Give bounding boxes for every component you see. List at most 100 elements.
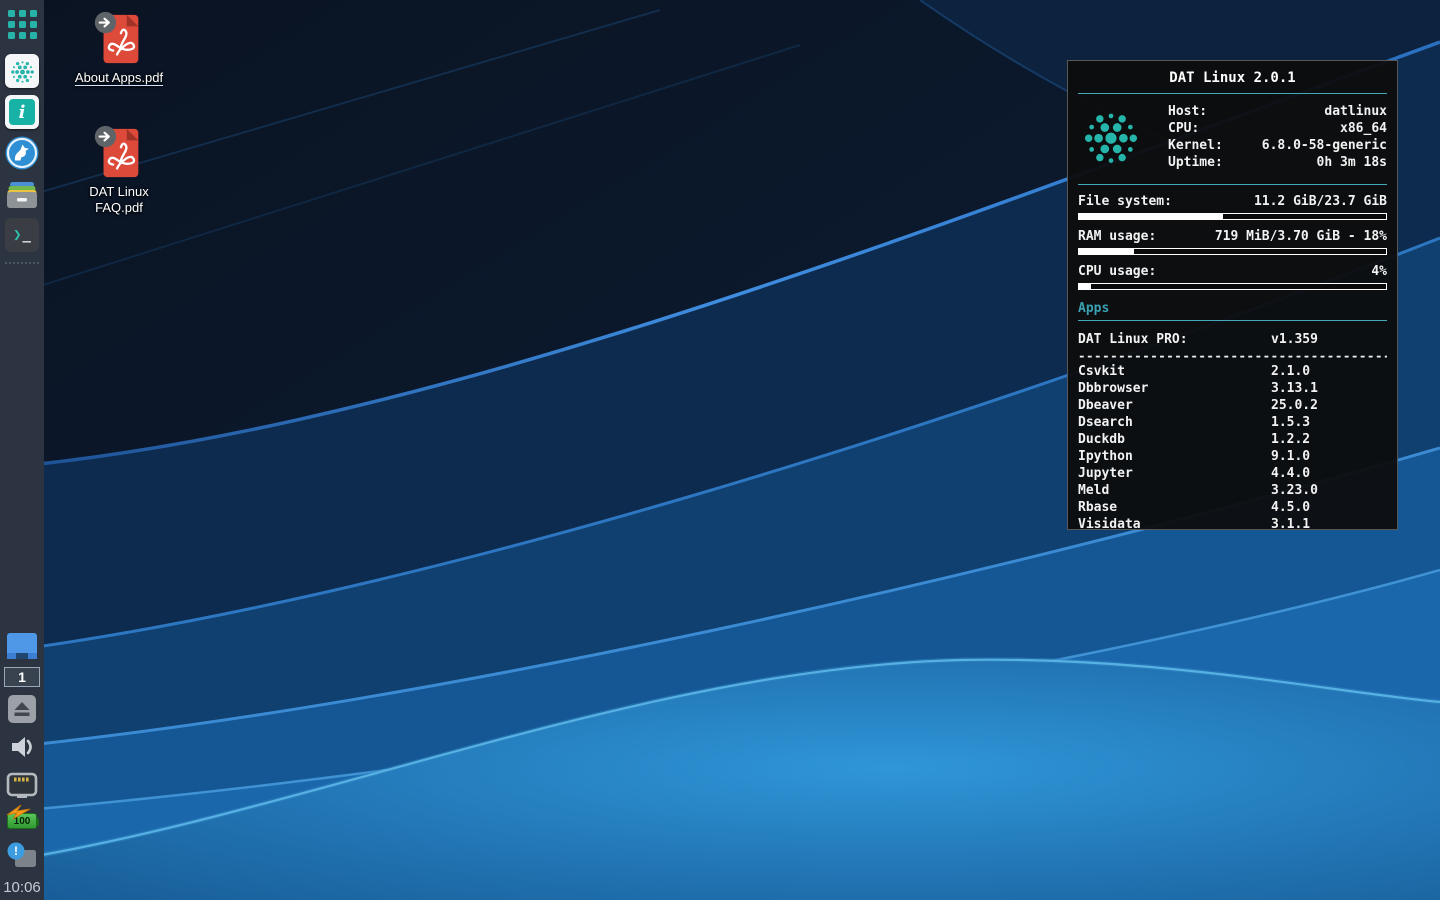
app-row: Visidata 3.1.1 bbox=[1078, 516, 1387, 533]
app-version: 1.5.3 bbox=[1271, 414, 1310, 431]
desktop: i ❯_ bbox=[0, 0, 1440, 900]
info-launcher[interactable]: i bbox=[5, 95, 39, 129]
app-name: Rbase bbox=[1078, 499, 1271, 516]
app-menu-button[interactable] bbox=[8, 7, 37, 47]
info-row: Kernel: 6.8.0-58-generic bbox=[1168, 137, 1387, 154]
app-version: 9.1.0 bbox=[1271, 448, 1310, 465]
info-icon: i bbox=[9, 99, 35, 125]
info-value: 6.8.0-58-generic bbox=[1262, 137, 1387, 154]
desktop-icon-label: About Apps.pdf bbox=[75, 70, 163, 86]
terminal-prompt-icon: ❯ bbox=[13, 227, 21, 243]
info-label: CPU: bbox=[1168, 120, 1199, 137]
workspace-pager[interactable]: 1 bbox=[4, 667, 40, 687]
meter-value: 4% bbox=[1371, 263, 1387, 280]
app-name: Dsearch bbox=[1078, 414, 1271, 431]
notification-icon: ! bbox=[6, 842, 38, 870]
info-label: Kernel: bbox=[1168, 137, 1223, 154]
app-name: Visidata bbox=[1078, 516, 1271, 533]
app-version: 3.1.1 bbox=[1271, 516, 1310, 533]
meter-value: 719 MiB/3.70 GiB - 18% bbox=[1215, 228, 1387, 245]
ethernet-port-icon bbox=[5, 770, 39, 800]
app-row: Jupyter 4.4.0 bbox=[1078, 465, 1387, 482]
system-info-rows: Host: datlinux CPU: x86_64 Kernel: 6.8.0… bbox=[1168, 103, 1387, 171]
desktop-preview-icon bbox=[5, 632, 39, 660]
app-version: 3.13.1 bbox=[1271, 380, 1318, 397]
dashed-separator: ----------------------------------------… bbox=[1078, 348, 1387, 363]
desktop-icon-about-apps-pdf[interactable]: About Apps.pdf bbox=[64, 10, 174, 86]
app-version: 1.2.2 bbox=[1271, 431, 1310, 448]
app-row: Csvkit 2.1.0 bbox=[1078, 363, 1387, 380]
desktop-icon-datlinux-faq-pdf[interactable]: DAT Linux FAQ.pdf bbox=[64, 124, 174, 216]
info-row: Uptime: 0h 3m 18s bbox=[1168, 154, 1387, 171]
network-button[interactable] bbox=[5, 770, 39, 800]
meter-value: 11.2 GiB/23.7 GiB bbox=[1254, 193, 1387, 210]
app-name: Jupyter bbox=[1078, 465, 1271, 482]
app-row: Rbase 4.5.0 bbox=[1078, 499, 1387, 516]
desktop-icon-label: DAT Linux FAQ.pdf bbox=[73, 184, 165, 216]
svg-text:!: ! bbox=[14, 844, 18, 858]
file-manager-launcher[interactable] bbox=[5, 177, 39, 211]
clock[interactable]: 10:06 bbox=[3, 879, 41, 896]
wolf-app-launcher[interactable] bbox=[5, 136, 39, 170]
app-name: Duckdb bbox=[1078, 431, 1271, 448]
terminal-launcher[interactable]: ❯_ bbox=[5, 218, 39, 252]
show-desktop-button[interactable] bbox=[5, 632, 39, 660]
apps-list: Csvkit 2.1.0 Dbbrowser 3.13.1 Dbeaver 25… bbox=[1078, 363, 1387, 533]
pro-name: DAT Linux PRO: bbox=[1078, 331, 1271, 348]
speaker-icon bbox=[6, 731, 38, 763]
notifications-indicator[interactable]: ! bbox=[6, 842, 38, 870]
app-row: Dbbrowser 3.13.1 bbox=[1078, 380, 1387, 397]
charging-bolt-icon bbox=[6, 804, 32, 820]
eject-icon bbox=[7, 694, 37, 724]
app-name: Ipython bbox=[1078, 448, 1271, 465]
separator-line bbox=[1078, 320, 1387, 321]
app-version: 25.0.2 bbox=[1271, 397, 1318, 414]
system-info-section: Host: datlinux CPU: x86_64 Kernel: 6.8.0… bbox=[1078, 94, 1387, 181]
system-monitor-panel: DAT Linux 2.0.1 Host: datlinux CPU: x86_… bbox=[1067, 60, 1398, 530]
app-name: Dbeaver bbox=[1078, 397, 1271, 414]
taskbar: i ❯_ bbox=[0, 0, 44, 900]
workspace-number: 1 bbox=[18, 669, 26, 685]
app-row: Dsearch 1.5.3 bbox=[1078, 414, 1387, 431]
app-version: 3.23.0 bbox=[1271, 482, 1318, 499]
pro-version-row: DAT Linux PRO: v1.359 bbox=[1078, 331, 1387, 348]
pdf-shortcut-icon bbox=[91, 10, 147, 68]
filesystem-bar bbox=[1078, 213, 1387, 220]
info-value: datlinux bbox=[1324, 103, 1387, 120]
info-value: 0h 3m 18s bbox=[1317, 154, 1387, 171]
meter-label: CPU usage: bbox=[1078, 263, 1156, 280]
info-value: x86_64 bbox=[1340, 120, 1387, 137]
datlinux-launcher[interactable] bbox=[5, 54, 39, 88]
howling-wolf-icon bbox=[5, 136, 39, 170]
meter-label: File system: bbox=[1078, 193, 1172, 210]
datlinux-logo-icon bbox=[9, 58, 36, 85]
app-row: Meld 3.23.0 bbox=[1078, 482, 1387, 499]
app-version: 4.5.0 bbox=[1271, 499, 1310, 516]
app-name: Dbbrowser bbox=[1078, 380, 1271, 397]
app-row: Ipython 9.1.0 bbox=[1078, 448, 1387, 465]
eject-button[interactable] bbox=[7, 694, 37, 724]
file-cabinet-icon bbox=[5, 177, 39, 211]
ram-bar bbox=[1078, 248, 1387, 255]
battery-indicator[interactable]: 100 bbox=[7, 813, 37, 829]
panel-title: DAT Linux 2.0.1 bbox=[1078, 66, 1387, 90]
info-row: CPU: x86_64 bbox=[1168, 120, 1387, 137]
app-name: Csvkit bbox=[1078, 363, 1271, 380]
ram-meter: RAM usage: 719 MiB/3.70 GiB - 18% bbox=[1078, 228, 1387, 255]
app-row: Dbeaver 25.0.2 bbox=[1078, 397, 1387, 414]
info-label: Uptime: bbox=[1168, 154, 1223, 171]
datlinux-logo-icon bbox=[1080, 106, 1142, 168]
taskbar-separator bbox=[5, 262, 39, 264]
cpu-bar bbox=[1078, 283, 1387, 290]
app-version: 4.4.0 bbox=[1271, 465, 1310, 482]
cpu-meter: CPU usage: 4% bbox=[1078, 263, 1387, 290]
app-menu-grid-icon bbox=[8, 10, 37, 39]
app-row: Duckdb 1.2.2 bbox=[1078, 431, 1387, 448]
app-version: 2.1.0 bbox=[1271, 363, 1310, 380]
info-row: Host: datlinux bbox=[1168, 103, 1387, 120]
app-name: Meld bbox=[1078, 482, 1271, 499]
meter-label: RAM usage: bbox=[1078, 228, 1156, 245]
separator-line bbox=[1078, 184, 1387, 185]
volume-button[interactable] bbox=[6, 731, 38, 763]
info-label: Host: bbox=[1168, 103, 1207, 120]
